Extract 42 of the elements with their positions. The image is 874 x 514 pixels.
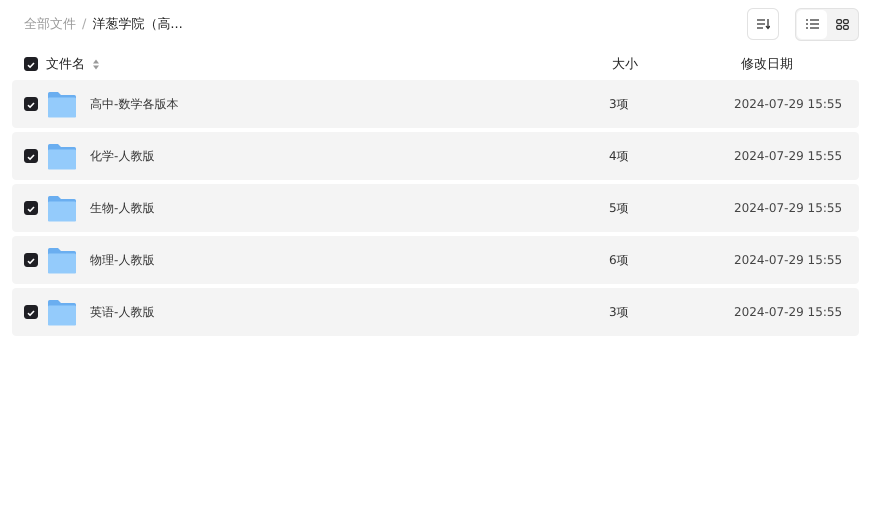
folder-icon (47, 298, 77, 326)
file-row[interactable]: 生物-人教版 5项 2024-07-29 15:55 (12, 184, 859, 232)
folder-icon (47, 142, 77, 170)
column-header[interactable]: 修改日期 (737, 55, 859, 73)
modified-date: 2024-07-29 15:55 (734, 97, 844, 111)
checkbox[interactable] (24, 149, 38, 163)
list-view-button[interactable] (797, 10, 827, 38)
file-row[interactable]: 物理-人教版 6项 2024-07-29 15:55 (12, 236, 859, 284)
checkbox[interactable] (24, 57, 38, 71)
file-size: 4项 (609, 148, 630, 164)
sort-icon[interactable] (93, 58, 99, 70)
folder-icon (47, 90, 77, 118)
checkbox[interactable] (24, 97, 38, 111)
breadcrumb-separator: / (82, 16, 86, 32)
file-name[interactable]: 高中-数学各版本 (90, 96, 178, 112)
file-size: 3项 (609, 304, 630, 320)
column-header[interactable]: 大小 (609, 55, 737, 73)
modified-date: 2024-07-29 15:55 (734, 305, 844, 319)
folder-icon (47, 246, 77, 274)
file-name[interactable]: 英语-人教版 (90, 304, 154, 320)
column-header[interactable]: 文件名 (46, 55, 85, 73)
file-name[interactable]: 生物-人教版 (90, 200, 154, 216)
file-size: 3项 (609, 96, 630, 112)
checkbox[interactable] (24, 305, 38, 319)
file-name[interactable]: 化学-人教版 (90, 148, 154, 164)
file-size: 5项 (609, 200, 630, 216)
file-row[interactable]: 英语-人教版 3项 2024-07-29 15:55 (12, 288, 859, 336)
grid-icon (836, 18, 848, 30)
file-row[interactable]: 化学-人教版 4项 2024-07-29 15:55 (12, 132, 859, 180)
file-name[interactable]: 物理-人教版 (90, 252, 154, 268)
folder-icon (47, 194, 77, 222)
checkbox[interactable] (24, 253, 38, 267)
file-size: 6项 (609, 252, 630, 268)
modified-date: 2024-07-29 15:55 (734, 149, 844, 163)
checkbox[interactable] (24, 201, 38, 215)
file-row[interactable]: 高中-数学各版本 3项 2024-07-29 15:55 (12, 80, 859, 128)
sort-icon (756, 18, 770, 30)
modified-date: 2024-07-29 15:55 (734, 253, 844, 267)
sort-button[interactable] (747, 8, 779, 40)
list-icon (806, 19, 818, 29)
breadcrumb-item[interactable]: 洋葱学院（高... (92, 15, 183, 33)
modified-date: 2024-07-29 15:55 (734, 201, 844, 215)
